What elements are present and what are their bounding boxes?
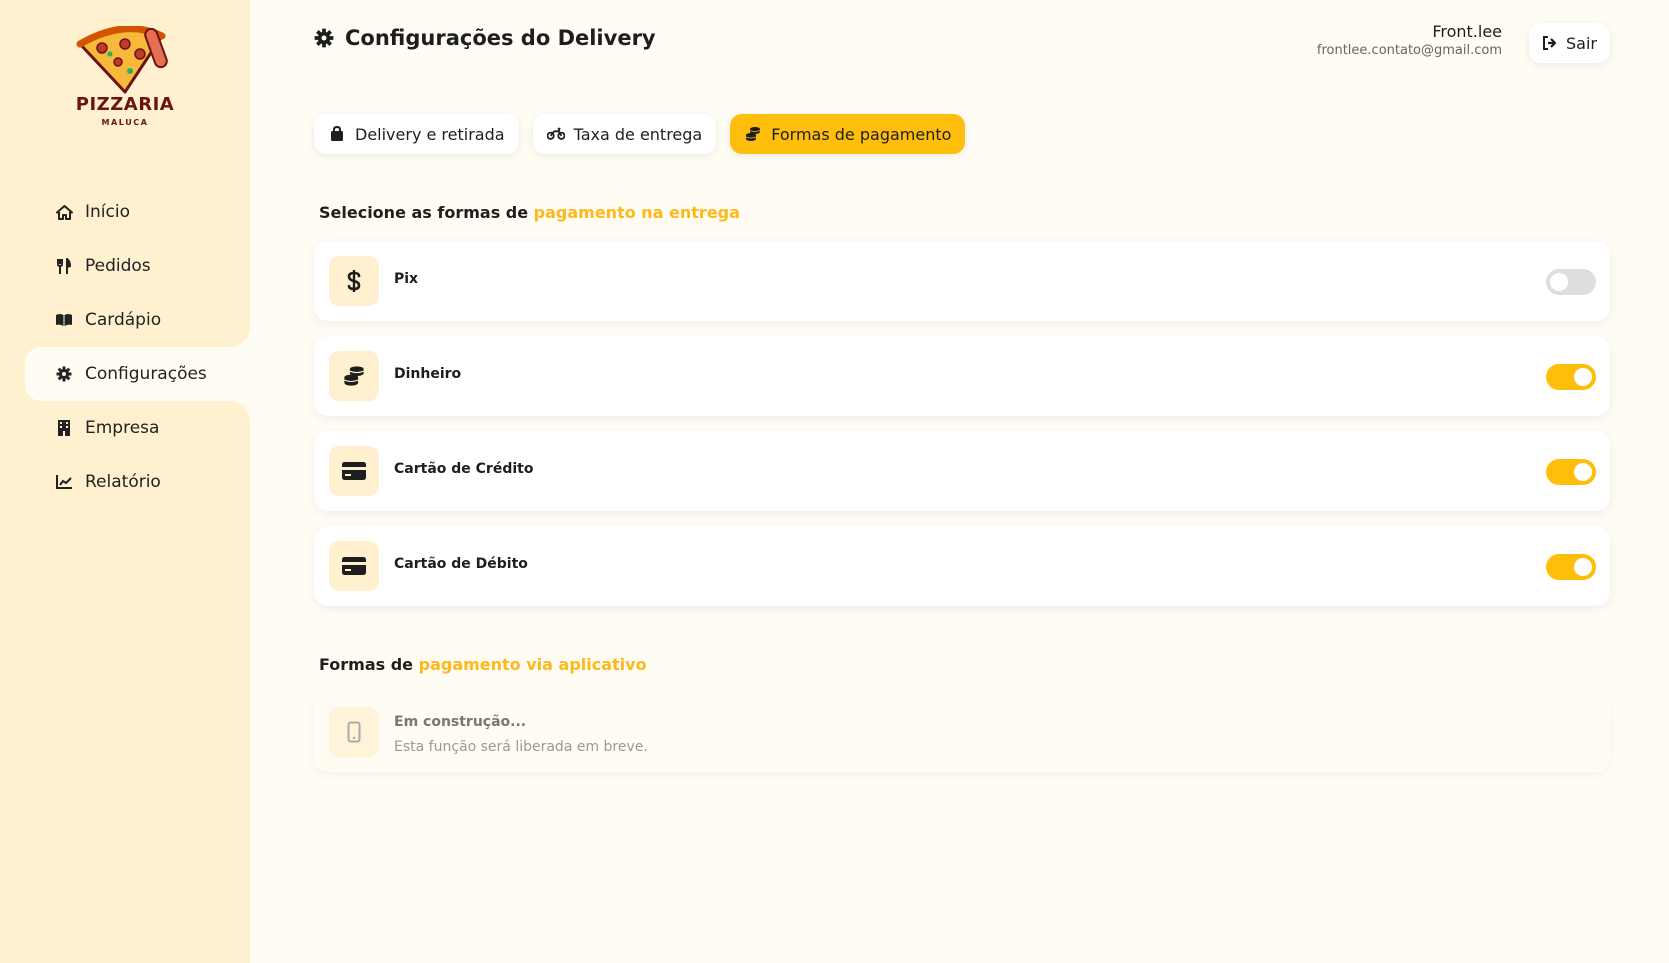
gear-icon	[55, 365, 73, 383]
payment-method-dinheiro: Dinheiro	[314, 336, 1610, 416]
nav-corner	[230, 327, 250, 347]
brand-tagline: MALUCA	[101, 118, 149, 127]
tab-label: Formas de pagamento	[771, 124, 952, 144]
app-payments-placeholder: Em construção... Esta função será libera…	[314, 692, 1610, 772]
motorcycle-icon	[546, 125, 565, 143]
settings-tabs: Delivery e retirada Taxa de entrega Form…	[314, 114, 966, 154]
debito-toggle[interactable]	[1546, 554, 1596, 580]
logout-label: Sair	[1566, 33, 1597, 53]
heading-highlight: pagamento via aplicativo	[418, 655, 647, 674]
payment-method-credito: Cartão de Crédito	[314, 431, 1610, 511]
dinheiro-toggle[interactable]	[1546, 364, 1596, 390]
heading-prefix: Formas de	[319, 655, 419, 674]
placeholder-description: Esta função será liberada em breve.	[394, 739, 648, 755]
toggle-knob	[1574, 463, 1592, 481]
tab-label: Taxa de entrega	[573, 124, 703, 144]
sidebar-item-label: Pedidos	[85, 256, 151, 276]
sidebar-item-label: Relatório	[85, 472, 161, 492]
brand-name: PIZZARIA	[75, 94, 175, 115]
credit-card-icon	[329, 541, 379, 591]
toggle-knob	[1550, 273, 1568, 291]
toggle-knob	[1574, 558, 1592, 576]
tab-delivery-retirada[interactable]: Delivery e retirada	[314, 114, 519, 154]
sidebar: PIZZARIA MALUCA Início Pedidos Cardápio	[0, 0, 250, 963]
utensils-icon	[55, 257, 73, 275]
payment-method-label: Dinheiro	[394, 366, 462, 382]
pix-toggle[interactable]	[1546, 269, 1596, 295]
sidebar-item-relatorio[interactable]: Relatório	[0, 455, 250, 509]
payment-method-debito: Cartão de Débito	[314, 526, 1610, 606]
placeholder-title: Em construção...	[394, 714, 527, 730]
sidebar-item-pedidos[interactable]: Pedidos	[0, 239, 250, 293]
sidebar-item-cardapio[interactable]: Cardápio	[0, 293, 250, 347]
coins-icon	[329, 351, 379, 401]
page-title: Configurações do Delivery	[314, 26, 656, 50]
tab-formas-pagamento[interactable]: Formas de pagamento	[730, 114, 966, 154]
pizza-icon	[76, 26, 168, 94]
app-payments-heading: Formas de pagamento via aplicativo	[319, 655, 647, 674]
toggle-knob	[1574, 368, 1592, 386]
user-info: Front.lee frontlee.contato@gmail.com	[1317, 22, 1502, 58]
payment-method-label: Pix	[394, 271, 419, 287]
home-icon	[55, 203, 73, 221]
coins-icon	[744, 125, 762, 143]
sign-out-icon	[1542, 35, 1558, 51]
dollar-icon	[329, 256, 379, 306]
sidebar-item-label: Início	[85, 202, 130, 222]
gear-icon	[314, 28, 334, 48]
bag-icon	[328, 125, 346, 143]
credito-toggle[interactable]	[1546, 459, 1596, 485]
credit-card-icon	[329, 446, 379, 496]
payment-method-pix: Pix	[314, 241, 1610, 321]
book-icon	[55, 311, 73, 329]
payment-method-label: Cartão de Débito	[394, 556, 528, 572]
logout-button[interactable]: Sair	[1529, 23, 1610, 63]
sidebar-item-empresa[interactable]: Empresa	[0, 401, 250, 455]
sidebar-item-inicio[interactable]: Início	[0, 185, 250, 239]
tab-taxa-entrega[interactable]: Taxa de entrega	[532, 114, 717, 154]
sidebar-nav: Início Pedidos Cardápio Configurações Em…	[0, 185, 250, 509]
building-icon	[55, 419, 73, 437]
chart-line-icon	[55, 473, 73, 491]
sidebar-item-label: Empresa	[85, 418, 160, 438]
user-name: Front.lee	[1432, 22, 1502, 41]
sidebar-item-label: Cardápio	[85, 310, 162, 330]
sidebar-item-label: Configurações	[85, 364, 207, 384]
heading-prefix: Selecione as formas de	[319, 203, 534, 222]
payment-method-label: Cartão de Crédito	[394, 461, 534, 477]
delivery-payments-heading: Selecione as formas de pagamento na entr…	[319, 203, 740, 222]
tab-label: Delivery e retirada	[355, 124, 505, 144]
heading-highlight: pagamento na entrega	[533, 203, 740, 222]
sidebar-item-configuracoes[interactable]: Configurações	[25, 347, 250, 401]
brand-logo[interactable]: PIZZARIA MALUCA	[70, 26, 180, 134]
page-title-text: Configurações do Delivery	[345, 26, 656, 50]
user-email: frontlee.contato@gmail.com	[1316, 43, 1502, 58]
mobile-phone-icon	[329, 707, 379, 757]
